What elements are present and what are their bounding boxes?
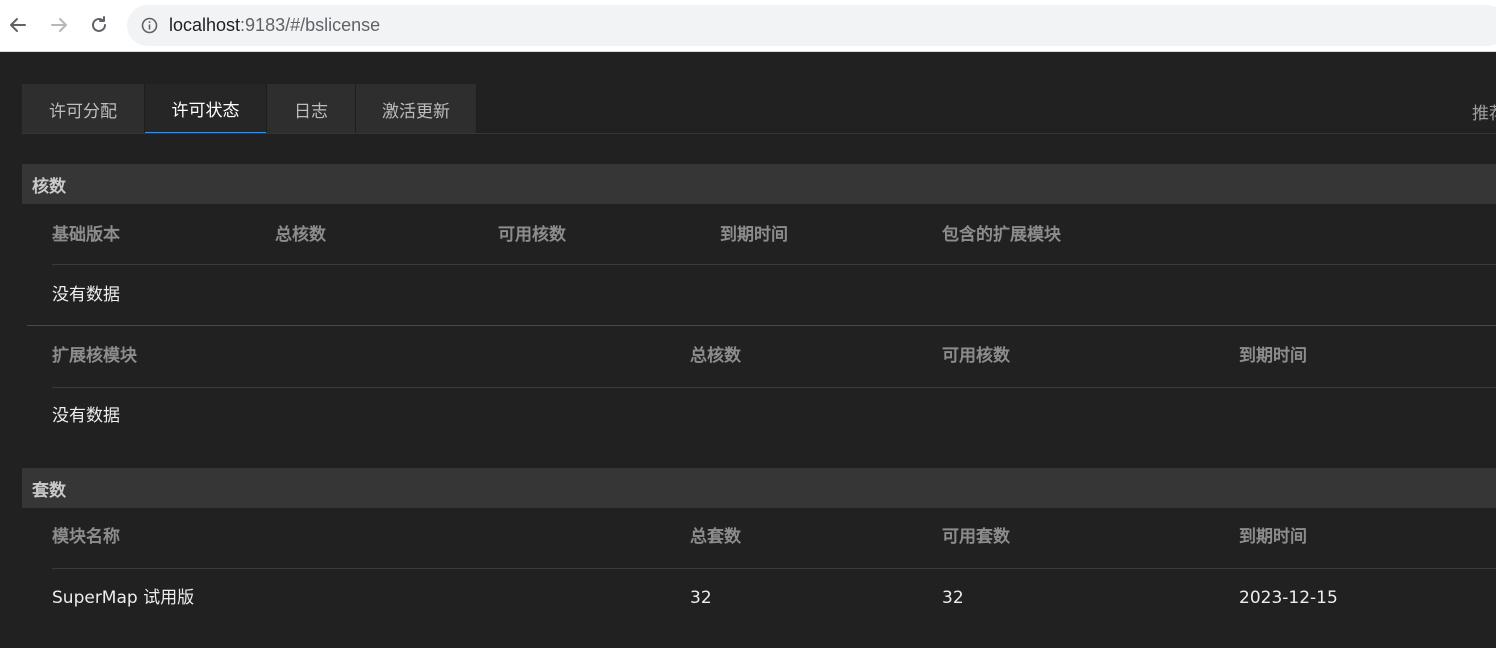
row-divider — [52, 264, 1496, 265]
browser-toolbar: localhost:9183/#/bslicense — [0, 0, 1496, 52]
row-divider — [52, 387, 1496, 388]
cores-section-header: 核数 — [22, 164, 1496, 204]
row-divider — [52, 568, 1496, 569]
sets-expiry-header: 到期时间 — [1239, 527, 1307, 547]
module-name-header: 模块名称 — [52, 527, 120, 547]
tab-bar: 许可分配 许可状态 日志 激活更新 — [22, 84, 477, 134]
tab-activation-update[interactable]: 激活更新 — [356, 84, 477, 134]
available-sets-header: 可用套数 — [942, 527, 1010, 547]
table-row-expiry: 2023-12-15 — [1239, 588, 1338, 608]
recommend-link[interactable]: 推荐 — [1472, 99, 1496, 124]
available-cores-header: 可用核数 — [498, 225, 566, 245]
info-icon[interactable] — [141, 17, 158, 34]
ext-available-cores-header: 可用核数 — [942, 346, 1010, 366]
tab-license-allocation[interactable]: 许可分配 — [22, 84, 145, 134]
ext-table-empty: 没有数据 — [52, 406, 120, 426]
forward-arrow-icon[interactable] — [49, 10, 69, 40]
url-text: localhost:9183/#/bslicense — [169, 15, 381, 35]
table-row-available-sets: 32 — [942, 588, 964, 608]
address-bar[interactable]: localhost:9183/#/bslicense — [127, 5, 1496, 46]
reload-icon[interactable] — [89, 10, 109, 40]
base-table-empty: 没有数据 — [52, 285, 120, 305]
table-row-total-sets: 32 — [690, 588, 712, 608]
license-page: 许可分配 许可状态 日志 激活更新 推荐 核数 基础版本 总核数 可用核数 到期… — [0, 53, 1496, 648]
ext-expiry-header: 到期时间 — [1239, 346, 1307, 366]
ext-core-module-header: 扩展核模块 — [52, 346, 137, 366]
included-modules-header: 包含的扩展模块 — [942, 225, 1061, 245]
total-cores-header: 总核数 — [275, 225, 326, 245]
ext-total-cores-header: 总核数 — [690, 346, 741, 366]
sets-section-header: 套数 — [22, 468, 1496, 508]
expiry-header: 到期时间 — [720, 225, 788, 245]
total-sets-header: 总套数 — [690, 527, 741, 547]
base-version-header: 基础版本 — [52, 225, 120, 245]
table-row-module-name: SuperMap 试用版 — [52, 588, 195, 608]
back-arrow-icon[interactable] — [8, 10, 28, 40]
tab-license-status[interactable]: 许可状态 — [145, 84, 267, 134]
tab-log[interactable]: 日志 — [267, 84, 356, 134]
tab-divider — [22, 133, 1496, 134]
table-divider — [27, 325, 1496, 326]
